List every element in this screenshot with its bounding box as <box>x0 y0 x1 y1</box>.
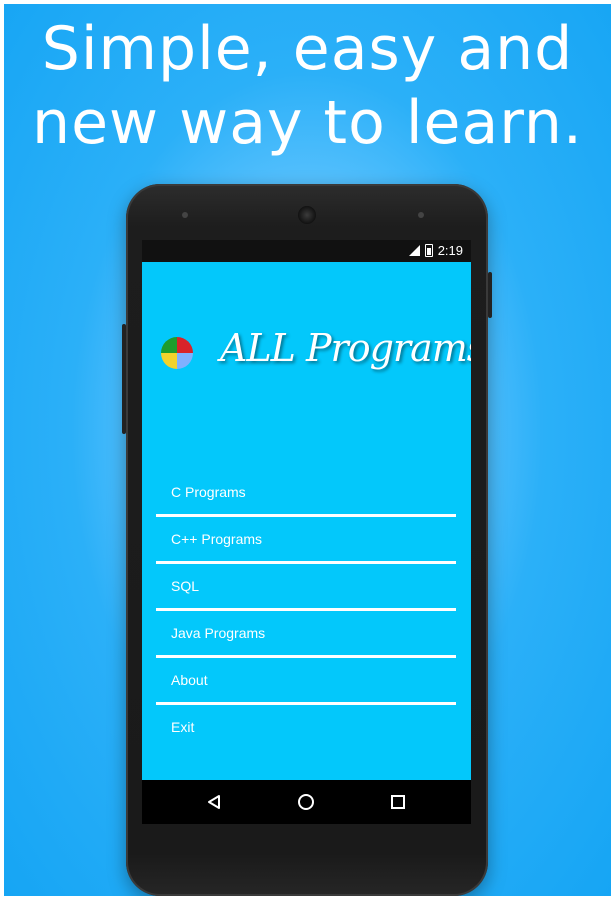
recents-icon[interactable] <box>388 792 408 812</box>
power-button <box>488 272 492 318</box>
headline-line-1: Simple, easy and <box>41 14 574 84</box>
menu-item-exit[interactable]: Exit <box>156 705 456 749</box>
front-camera <box>298 206 316 224</box>
app-header: ALL Programs <box>142 300 471 400</box>
menu-item-sql[interactable]: SQL <box>156 564 456 611</box>
status-time: 2:19 <box>437 243 463 258</box>
headline-line-2: new way to learn. <box>32 88 583 158</box>
battery-icon <box>424 244 433 257</box>
back-icon[interactable] <box>204 792 224 812</box>
menu-item-cpp-programs[interactable]: C++ Programs <box>156 517 456 564</box>
proximity-sensor <box>182 212 188 218</box>
menu-item-c-programs[interactable]: C Programs <box>156 470 456 517</box>
main-menu: C Programs C++ Programs SQL Java Program… <box>156 470 456 749</box>
phone-screen: 2:19 ALL Programs C Programs C++ Program… <box>142 240 471 824</box>
promo-background: Simple, easy and new way to learn. 2:19 <box>4 4 611 896</box>
navigation-bar <box>142 780 471 824</box>
home-icon[interactable] <box>296 792 316 812</box>
app-logo-icon <box>161 337 193 369</box>
volume-button <box>122 324 126 434</box>
status-bar: 2:19 <box>142 240 471 262</box>
menu-item-about[interactable]: About <box>156 658 456 705</box>
phone-device: 2:19 ALL Programs C Programs C++ Program… <box>122 184 492 896</box>
promo-headline: Simple, easy and new way to learn. <box>4 12 611 160</box>
sensor-dot <box>418 212 424 218</box>
app-title: ALL Programs <box>220 326 471 370</box>
menu-item-java-programs[interactable]: Java Programs <box>156 611 456 658</box>
signal-icon <box>408 245 420 256</box>
